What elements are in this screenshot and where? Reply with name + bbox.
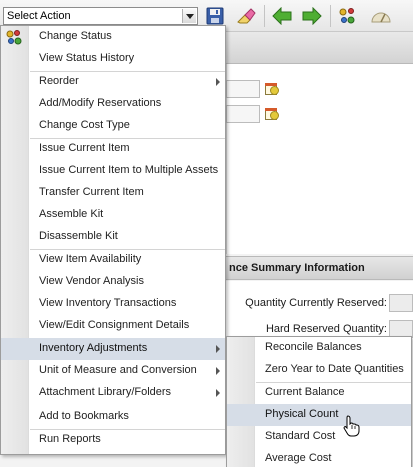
clear-icon[interactable] <box>236 7 256 25</box>
submenu-arrow-icon <box>216 345 220 353</box>
menu-item-label: Reconcile Balances <box>265 341 362 353</box>
menu-item-label: Reorder <box>39 75 79 87</box>
menu-item-label: View Item Availability <box>39 253 142 265</box>
menu-item-issue-current-item[interactable]: Issue Current Item <box>1 138 225 160</box>
menu-item-disassemble-kit[interactable]: Disassemble Kit <box>1 226 225 248</box>
menu-item-label: Current Balance <box>265 386 345 398</box>
menu-item-label: Add/Modify Reservations <box>39 97 162 109</box>
menu-item-assemble-kit[interactable]: Assemble Kit <box>1 204 225 226</box>
menu-item-view-edit-consignment-details[interactable]: View/Edit Consignment Details <box>1 315 225 337</box>
menu-item-view-status-history[interactable]: View Status History <box>1 48 225 70</box>
toolbar-divider <box>330 5 331 27</box>
select-action-dropdown[interactable]: Select Action <box>3 7 198 25</box>
menu-item-label: View/Edit Consignment Details <box>39 319 190 331</box>
menu-item-view-vendor-analysis[interactable]: View Vendor Analysis <box>1 271 225 293</box>
submenu-arrow-icon <box>216 367 220 375</box>
menu-item-view-inventory-transactions[interactable]: View Inventory Transactions <box>1 293 225 315</box>
menu-item-add-modify-reservations[interactable]: Add/Modify Reservations <box>1 93 225 115</box>
menu-item-label: Attachment Library/Folders <box>39 386 172 398</box>
submenu-item-average-cost[interactable]: Average Cost <box>227 448 411 467</box>
date-input-2[interactable] <box>226 105 260 123</box>
menu-item-label: Issue Current Item to Multiple Assets <box>39 164 219 176</box>
inventory-adjustments-submenu: Reconcile Balances Zero Year to Date Qua… <box>226 336 412 467</box>
menu-item-label: Transfer Current Item <box>39 186 144 198</box>
menu-item-run-reports[interactable]: Run Reports <box>1 429 225 451</box>
save-icon[interactable] <box>206 7 224 25</box>
menu-item-reorder[interactable]: Reorder <box>1 71 225 93</box>
submenu-item-physical-count[interactable]: Physical Count <box>227 404 411 426</box>
hard-reserved-quantity-label: Hard Reserved Quantity: <box>265 323 387 335</box>
menu-item-label: Physical Count <box>265 408 339 420</box>
menu-item-view-item-availability[interactable]: View Item Availability <box>1 249 225 271</box>
back-arrow-icon[interactable] <box>272 6 292 26</box>
menu-item-inventory-adjustments[interactable]: Inventory Adjustments <box>1 338 225 360</box>
select-action-value: Select Action <box>7 10 71 22</box>
menu-item-label: View Inventory Transactions <box>39 297 177 309</box>
hand-cursor-icon <box>342 415 362 437</box>
menu-item-label: Assemble Kit <box>39 208 104 220</box>
submenu-item-reconcile-balances[interactable]: Reconcile Balances <box>227 337 411 359</box>
menu-item-label: View Status History <box>39 52 135 64</box>
menu-item-label: Zero Year to Date Quantities <box>265 363 404 375</box>
menu-item-label: Add to Bookmarks <box>39 410 129 422</box>
submenu-arrow-icon <box>216 389 220 397</box>
menu-item-change-cost-type[interactable]: Change Cost Type <box>1 115 225 137</box>
menu-item-issue-to-multiple-assets[interactable]: Issue Current Item to Multiple Assets <box>1 160 225 182</box>
menu-item-label: Change Status <box>39 30 112 42</box>
section-header: nce Summary Information <box>226 256 413 280</box>
submenu-item-standard-cost[interactable]: Standard Cost <box>227 426 411 448</box>
submenu-arrow-icon <box>216 78 220 86</box>
menu-item-attachment-library-folders[interactable]: Attachment Library/Folders <box>1 382 225 404</box>
submenu-item-zero-ytd-quantities[interactable]: Zero Year to Date Quantities <box>227 359 411 381</box>
chevron-down-icon[interactable] <box>182 9 196 23</box>
menu-item-label: Standard Cost <box>265 430 336 442</box>
menu-item-transfer-current-item[interactable]: Transfer Current Item <box>1 182 225 204</box>
toolbar-divider <box>264 5 265 27</box>
menu-item-label: Inventory Adjustments <box>39 342 148 354</box>
menu-item-label: View Vendor Analysis <box>39 275 144 287</box>
hierarchy-icon[interactable] <box>338 7 356 25</box>
menu-item-label: Change Cost Type <box>39 119 130 131</box>
quantity-currently-reserved-field <box>389 294 413 312</box>
menu-item-label: Disassemble Kit <box>39 230 118 242</box>
dashboard-gauge-icon[interactable] <box>370 7 391 25</box>
forward-arrow-icon[interactable] <box>302 6 322 26</box>
menu-item-label: Issue Current Item <box>39 142 130 154</box>
menu-item-change-status[interactable]: Change Status <box>1 26 225 48</box>
menu-item-add-to-bookmarks[interactable]: Add to Bookmarks <box>1 406 225 428</box>
calendar-icon[interactable] <box>264 81 280 96</box>
menu-item-label: Run Reports <box>39 433 101 445</box>
date-input-1[interactable] <box>226 80 260 98</box>
status-change-icon <box>5 28 23 46</box>
quantity-currently-reserved-label: Quantity Currently Reserved: <box>245 297 387 309</box>
menu-item-label: Average Cost <box>265 452 332 464</box>
menu-item-label: Unit of Measure and Conversion <box>39 364 197 376</box>
select-action-menu: Change Status View Status History Reorde… <box>0 25 226 455</box>
submenu-item-current-balance[interactable]: Current Balance <box>227 382 411 404</box>
calendar-icon[interactable] <box>264 106 280 121</box>
menu-item-unit-of-measure-and-conversion[interactable]: Unit of Measure and Conversion <box>1 360 225 382</box>
